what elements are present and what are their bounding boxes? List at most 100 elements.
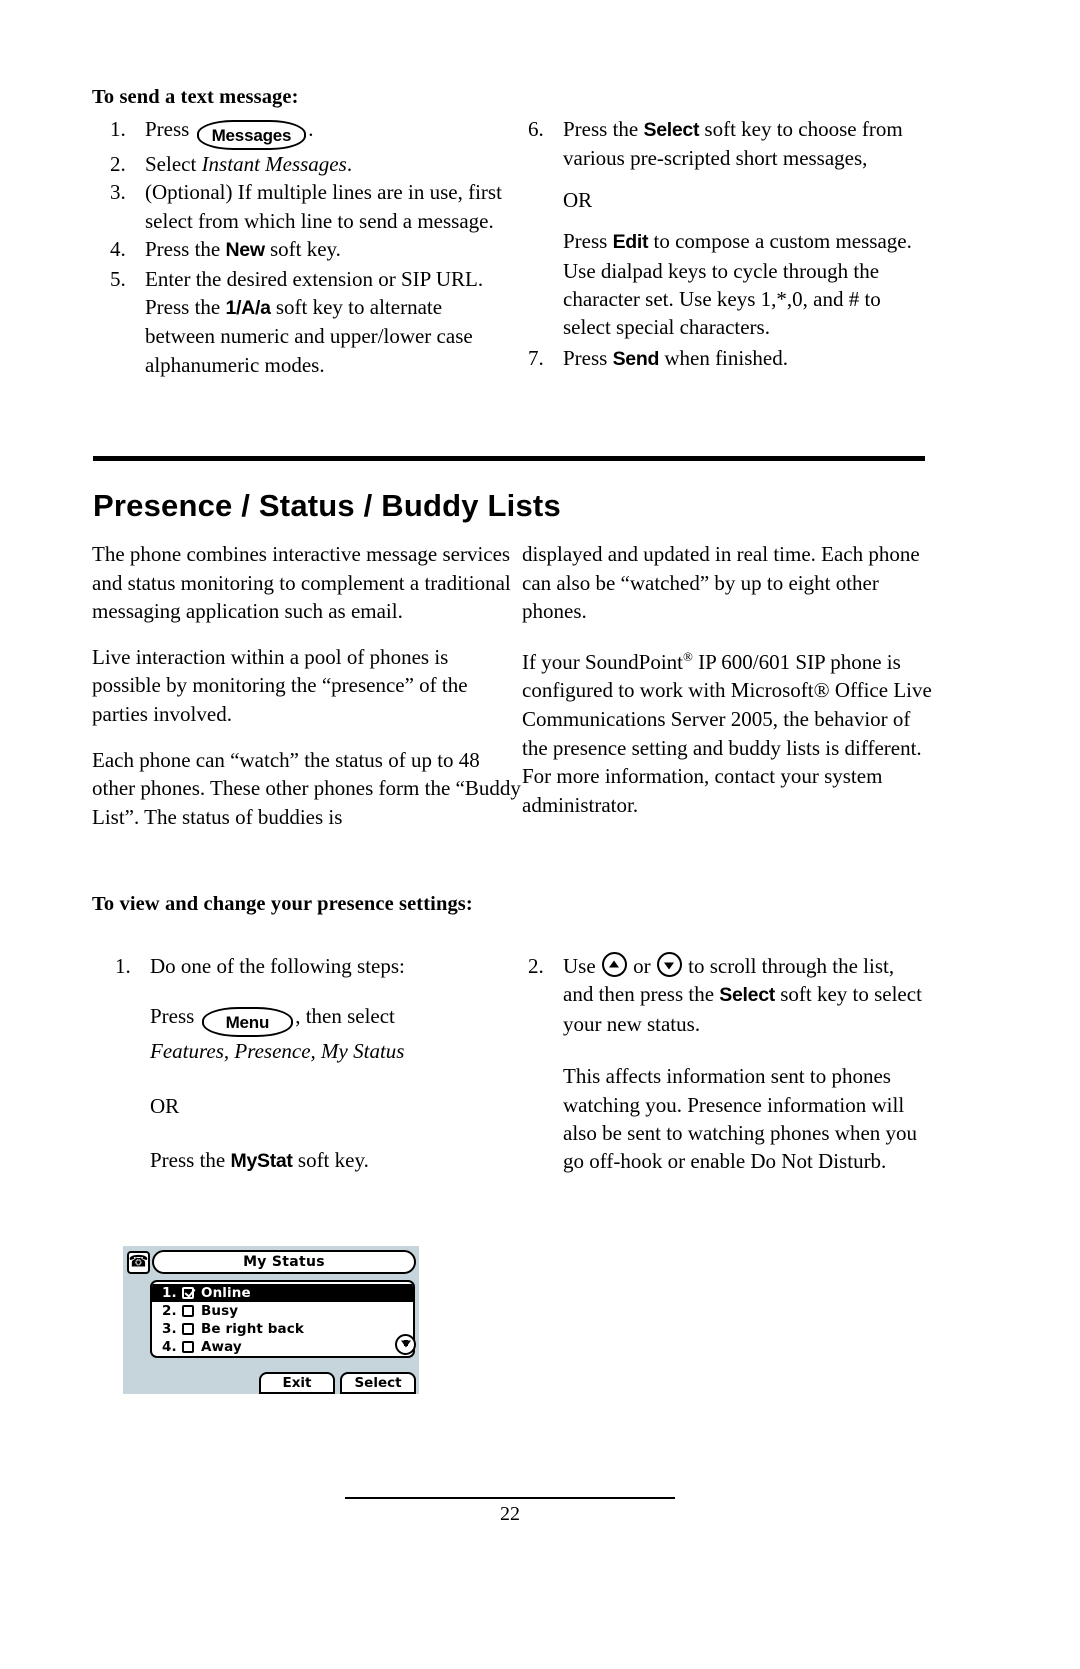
paragraph-part-b: IP 600/601 SIP phone is configured to wo… (522, 649, 932, 817)
section-presence-settings: To view and change your presence setting… (92, 893, 932, 1176)
paragraph: displayed and updated in real time. Each… (522, 542, 920, 624)
softkey-mystat[interactable]: MyStat (231, 1150, 293, 1172)
step-number: 2. (528, 954, 544, 978)
list-item-label: Away (201, 1339, 242, 1355)
list-item: 3. (Optional) If multiple lines are in u… (92, 178, 510, 235)
step-text-prefix: Use (563, 954, 601, 978)
step-number: 3. (110, 180, 126, 205)
step-text-prefix: Press the (563, 117, 644, 141)
list-item-index: 2. (162, 1303, 177, 1319)
paragraph: Live interaction within a pool of phones… (92, 644, 468, 726)
column-left: 1. Do one of the following steps: Press … (92, 952, 510, 1176)
step-text-suffix: soft key. (292, 1148, 369, 1173)
checkbox-icon[interactable] (182, 1323, 194, 1335)
steps-list-right: 6. Press the Select soft key to choose f… (510, 115, 928, 173)
list-item-index: 3. (162, 1321, 177, 1337)
or-separator: OR (563, 187, 593, 212)
manual-page: To send a text message: 1. Press Message… (0, 0, 1080, 1669)
list-item[interactable]: 4. Away (152, 1338, 413, 1356)
step-text: Do one of the following steps: (150, 954, 405, 978)
softkey-send[interactable]: Send (613, 348, 660, 370)
step-1-option-menu: Press Menu , then select Features, Presen… (92, 1002, 510, 1065)
softkey-select[interactable]: Select (719, 984, 775, 1006)
phone-screen-title-label: My Status (243, 1254, 325, 1270)
phone-softkey-bar: Exit Select (123, 1370, 419, 1394)
list-item: 2. Select Instant Messages. (92, 150, 510, 178)
step-text-mid: or (627, 954, 656, 978)
hardkey-messages-label: Messages (211, 126, 292, 145)
page-title: Presence / Status / Buddy Lists (93, 488, 561, 523)
press-label: Press (150, 1004, 195, 1029)
list-item: 2. Use or to scroll through the list, an… (510, 952, 928, 1038)
step-text-suffix: . (346, 152, 353, 176)
then-select-label: , then select (295, 1004, 395, 1029)
softkey-select[interactable]: Select (340, 1372, 416, 1394)
column-left: The phone combines interactive message s… (92, 540, 522, 848)
softkey-exit-label: Exit (282, 1375, 312, 1391)
menu-item-name: Instant Messages (201, 152, 347, 176)
paragraph: If your SoundPoint® IP 600/601 SIP phone… (522, 643, 932, 820)
scroll-down-icon[interactable] (656, 952, 682, 977)
step-text-prefix: Press (145, 117, 195, 141)
list-item-index: 1. (162, 1285, 177, 1301)
step-text-prefix: Press (563, 345, 613, 370)
status-list: 1. Online 2. Busy 3. Be right back 4. Aw… (150, 1280, 415, 1358)
step-text-prefix: Press (563, 229, 613, 254)
list-item[interactable]: 2. Busy (152, 1302, 413, 1320)
hardkey-menu-label: Menu (225, 1013, 270, 1033)
softkey-exit[interactable]: Exit (259, 1372, 335, 1394)
softkey-edit[interactable]: Edit (613, 231, 649, 253)
column-right: 6. Press the Select soft key to choose f… (510, 115, 928, 373)
list-item-index: 4. (162, 1339, 177, 1355)
hardkey-messages[interactable]: Messages (196, 120, 307, 150)
steps-list-right-continued: 7. Press Send when finished. (510, 344, 928, 373)
softkey-select[interactable]: Select (644, 119, 700, 141)
step-number: 7. (528, 345, 544, 370)
two-column-layout: 1. Press Messages. 2. Select Instant Mes… (92, 115, 932, 379)
checkbox-checked-icon[interactable] (182, 1287, 194, 1299)
list-item: 1. Do one of the following steps: (92, 952, 510, 980)
scroll-down-indicator-icon[interactable] (395, 1334, 416, 1355)
steps-list-right: 2. Use or to scroll through the list, an… (510, 952, 928, 1038)
two-column-layout: 1. Do one of the following steps: Press … (92, 952, 932, 1176)
list-item: 6. Press the Select soft key to choose f… (510, 115, 928, 173)
checkbox-icon[interactable] (182, 1305, 194, 1317)
registered-trademark-icon: ® (683, 648, 693, 664)
step-text-prefix: Press the (150, 1148, 231, 1173)
section-presence-prose: The phone combines interactive message s… (92, 540, 932, 848)
softkey-alpha-mode[interactable]: 1/A/a (226, 297, 271, 319)
softkey-select-label: Select (354, 1375, 402, 1391)
step-number: 2. (110, 152, 126, 176)
section-send-text-message: To send a text message: 1. Press Message… (92, 86, 932, 379)
step-text-prefix: Select (145, 152, 202, 176)
step-1-option-mystat: Press the MyStat soft key. (92, 1146, 510, 1175)
step-text: (Optional) If multiple lines are in use,… (145, 180, 502, 233)
or-separator: OR (150, 1093, 180, 1118)
paragraph: Each phone can “watch” the status of up … (92, 747, 521, 829)
checkbox-icon[interactable] (182, 1341, 194, 1353)
step-text-suffix: when finished. (659, 345, 788, 370)
section-heading-presence-settings: To view and change your presence setting… (92, 893, 473, 915)
step-text-suffix: . (308, 117, 314, 141)
steps-list-left: 1. Do one of the following steps: (92, 952, 510, 980)
page-number: 22 (500, 1503, 520, 1525)
phone-screen-titlebar: My Status (127, 1249, 416, 1275)
paragraph-part-a: If your SoundPoint (522, 649, 684, 674)
step-number: 4. (110, 237, 126, 262)
column-right: 2. Use or to scroll through the list, an… (510, 952, 928, 1176)
section-divider-rule (93, 456, 925, 461)
scroll-up-icon[interactable] (601, 952, 627, 977)
hardkey-menu[interactable]: Menu (201, 1007, 294, 1038)
list-item-label: Online (201, 1285, 251, 1301)
telephone-icon (127, 1250, 150, 1274)
softkey-new[interactable]: New (226, 239, 266, 261)
phone-screen-illustration: My Status 1. Online 2. Busy 3. Be right … (123, 1246, 419, 1394)
step-text-suffix: soft key. (264, 237, 341, 262)
list-item: 7. Press Send when finished. (510, 344, 928, 373)
list-item[interactable]: 1. Online (152, 1284, 413, 1302)
step-alternative-edit: Press Edit to compose a custom message. … (510, 227, 928, 342)
steps-list-left: 1. Press Messages. 2. Select Instant Mes… (92, 115, 510, 379)
step-2-note: This affects information sent to phones … (563, 1064, 918, 1174)
column-right: displayed and updated in real time. Each… (522, 540, 932, 848)
list-item[interactable]: 3. Be right back (152, 1320, 413, 1338)
